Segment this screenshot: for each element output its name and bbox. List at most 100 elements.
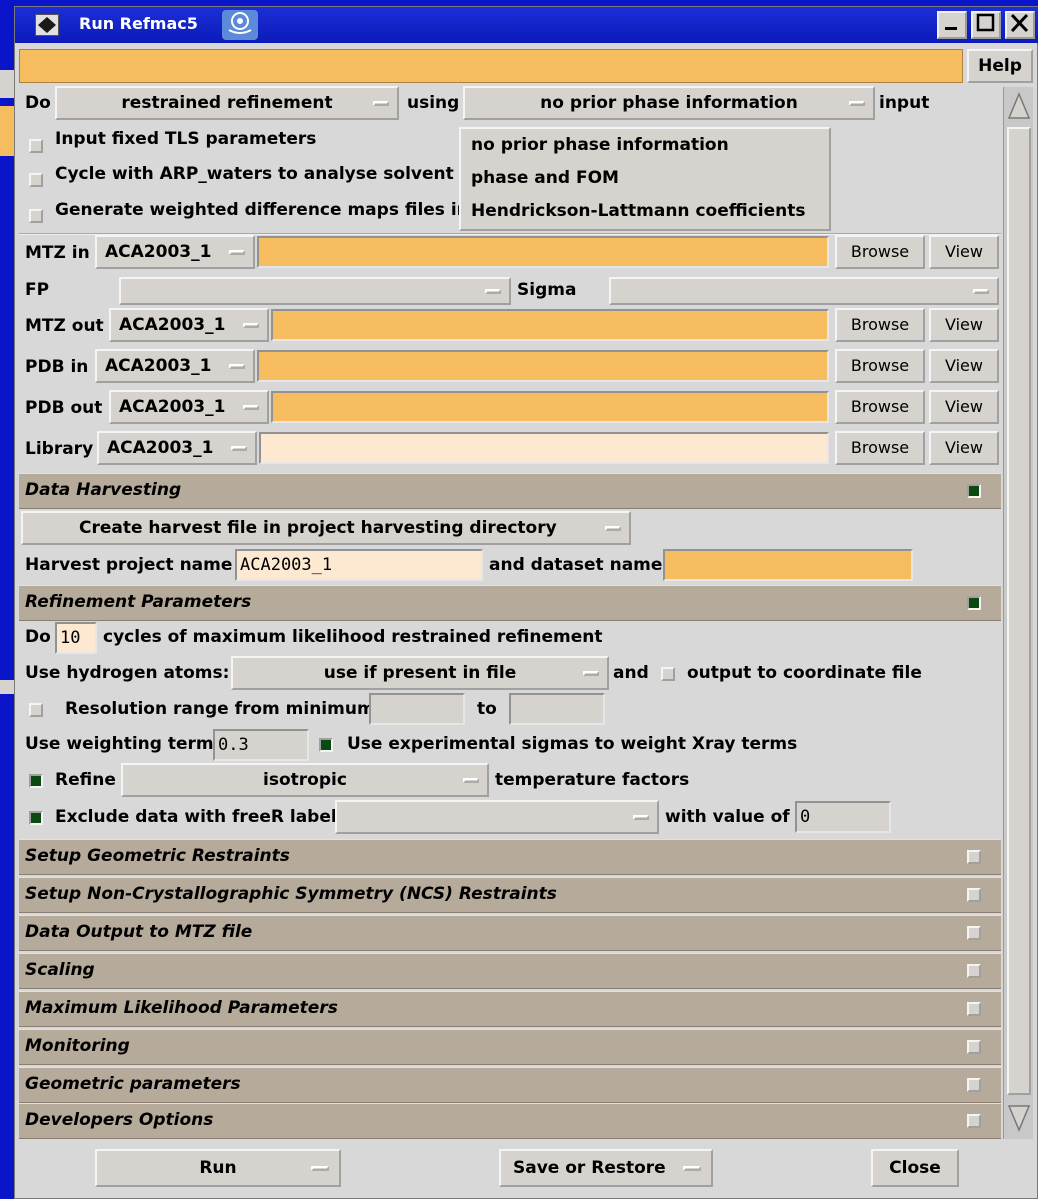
pdb-in-field[interactable] [257,350,829,382]
scroll-thumb[interactable] [1007,127,1031,1095]
dropdown-arrow-icon [373,101,389,106]
pdb-out-project-dropdown[interactable]: ACA2003_1 [109,390,269,424]
dataset-name-label: and dataset name [489,555,663,575]
section-geometric-restraints[interactable]: Setup Geometric Restraints [19,839,1001,875]
sigma-dropdown[interactable] [609,277,999,305]
mtz-in-project-dropdown[interactable]: ACA2003_1 [95,235,255,269]
section-mtz-output[interactable]: Data Output to MTZ file [19,915,1001,951]
close-window-button[interactable] [1005,11,1035,39]
refine-checkbox[interactable] [29,774,43,788]
dropdown-arrow-icon [229,250,245,255]
resolution-max-field[interactable] [509,693,605,725]
section-title: Developers Options [25,1110,214,1130]
close-button[interactable]: Close [871,1149,959,1187]
maximize-button[interactable] [971,11,1001,39]
save-restore-button[interactable]: Save or Restore [499,1149,713,1187]
section-toggle[interactable] [967,596,981,610]
dataset-name-field[interactable] [663,549,913,581]
fp-dropdown[interactable] [119,277,511,305]
mtz-in-field[interactable] [257,236,829,268]
section-toggle[interactable] [967,1078,981,1092]
temp-factors-label: temperature factors [495,770,690,790]
mtz-out-label: MTZ out [25,316,104,336]
arp-waters-checkbox[interactable] [29,173,43,187]
harvest-mode-dropdown[interactable]: Create harvest file in project harvestin… [21,511,631,545]
help-button[interactable]: Help [967,49,1033,83]
pdb-out-view-button[interactable]: View [929,390,999,424]
do-label: Do [25,93,51,113]
hydrogen-dropdown[interactable]: use if present in file [231,656,609,690]
section-refinement-parameters[interactable]: Refinement Parameters [19,585,1001,621]
harvest-project-field[interactable]: ACA2003_1 [235,549,483,581]
section-scaling[interactable]: Scaling [19,953,1001,989]
mtz-in-browse-button[interactable]: Browse [835,235,925,269]
output-coord-checkbox[interactable] [661,667,675,681]
library-view-button[interactable]: View [929,431,999,465]
cycles-field[interactable]: 10 [55,622,97,654]
pdb-out-browse-button[interactable]: Browse [835,390,925,424]
mtz-out-view-button[interactable]: View [929,308,999,342]
library-field[interactable] [259,432,829,464]
mtz-in-view-button[interactable]: View [929,235,999,269]
section-ml-parameters[interactable]: Maximum Likelihood Parameters [19,991,1001,1027]
section-toggle[interactable] [967,888,981,902]
exclude-freer-checkbox[interactable] [29,811,43,825]
section-ncs-restraints[interactable]: Setup Non-Crystallographic Symmetry (NCS… [19,877,1001,913]
library-browse-button[interactable]: Browse [835,431,925,465]
tls-checkbox[interactable] [29,139,43,153]
tls-label: Input fixed TLS parameters [55,129,317,149]
scroll-down-arrow-icon[interactable] [1007,1103,1031,1133]
run-button[interactable]: Run [95,1149,341,1187]
section-toggle[interactable] [967,850,981,864]
section-title: Refinement Parameters [25,592,252,612]
window-menu-icon[interactable] [35,14,59,36]
section-monitoring[interactable]: Monitoring [19,1029,1001,1065]
phase-info-value: no prior phase information [540,93,798,113]
sigmas-checkbox[interactable] [319,738,333,752]
pdb-out-project-value: ACA2003_1 [119,397,226,417]
resolution-min-field[interactable] [369,693,465,725]
section-toggle[interactable] [967,1114,981,1128]
section-toggle[interactable] [967,926,981,940]
mtz-in-project-value: ACA2003_1 [105,242,212,262]
mtz-out-browse-button[interactable]: Browse [835,308,925,342]
menu-item-hendrickson-lattmann[interactable]: Hendrickson-Lattmann coefficients [471,201,805,221]
save-restore-label: Save or Restore [513,1158,666,1178]
menu-item-no-prior-phase[interactable]: no prior phase information [471,135,729,155]
diffmap-checkbox[interactable] [29,209,43,223]
run-button-label: Run [199,1158,237,1178]
section-toggle[interactable] [967,964,981,978]
section-toggle[interactable] [967,1040,981,1054]
refinement-mode-dropdown[interactable]: restrained refinement [55,86,399,120]
section-developers-options[interactable]: Developers Options [19,1103,1001,1139]
library-project-dropdown[interactable]: ACA2003_1 [97,431,257,465]
section-title: Data Harvesting [25,480,182,500]
pdb-in-view-button[interactable]: View [929,349,999,383]
freer-label-dropdown[interactable] [335,800,659,834]
phase-info-dropdown[interactable]: no prior phase information [463,86,875,120]
freer-value-field[interactable]: 0 [795,801,891,833]
section-title: Geometric parameters [25,1074,241,1094]
mtz-out-project-dropdown[interactable]: ACA2003_1 [109,308,269,342]
menu-item-phase-and-fom[interactable]: phase and FOM [471,168,619,188]
harvest-project-label: Harvest project name [25,555,233,575]
section-toggle[interactable] [967,1002,981,1016]
dropdown-arrow-icon [633,815,649,820]
section-toggle[interactable] [967,484,981,498]
vertical-scrollbar[interactable] [1003,87,1033,1139]
refine-type-dropdown[interactable]: isotropic [121,763,489,797]
mtz-out-field[interactable] [271,309,829,341]
pdb-in-browse-button[interactable]: Browse [835,349,925,383]
status-bar [19,49,963,83]
refine-label: Refine [55,770,116,790]
minimize-button[interactable] [937,11,967,39]
section-data-harvesting[interactable]: Data Harvesting [19,473,1001,509]
resolution-checkbox[interactable] [29,703,43,717]
section-geometric-parameters[interactable]: Geometric parameters [19,1067,1001,1103]
scroll-up-arrow-icon[interactable] [1007,91,1031,121]
using-label: using [407,93,460,113]
mtz-out-project-value: ACA2003_1 [119,315,226,335]
weighting-field[interactable]: 0.3 [213,729,309,761]
pdb-in-project-dropdown[interactable]: ACA2003_1 [95,349,255,383]
pdb-out-field[interactable] [271,391,829,423]
